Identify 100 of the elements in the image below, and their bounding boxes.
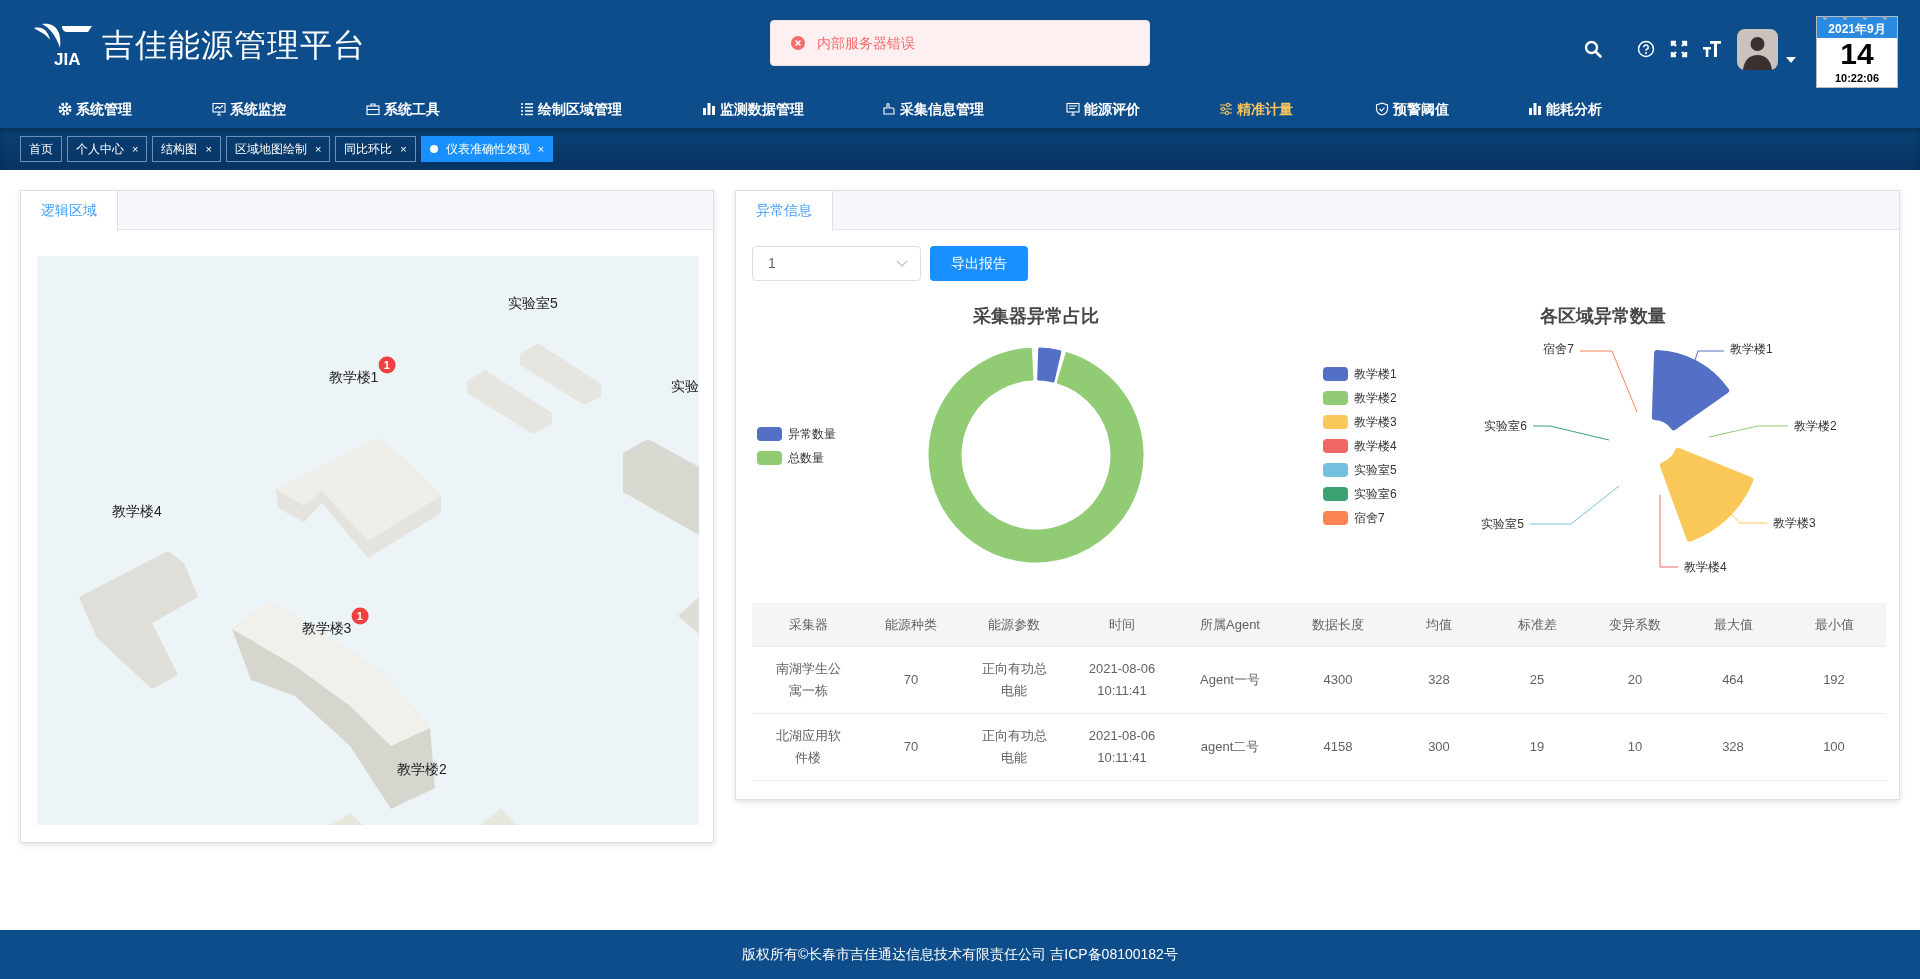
binder-ring-icon (1883, 16, 1887, 20)
map-label: 教学楼3 (301, 618, 352, 638)
nav-item[interactable]: 系统工具 (366, 98, 520, 120)
list-icon (520, 102, 534, 116)
table-cell-text: 70 (903, 737, 919, 756)
page-tab[interactable]: 同比环比 × (335, 136, 416, 162)
error-icon (791, 36, 805, 50)
column-header: 标准差 (1488, 603, 1586, 646)
monitor-icon (212, 102, 226, 116)
slice-label: 宿舍7 (1543, 342, 1574, 356)
legend-label[interactable]: 教学楼3 (1354, 413, 1397, 431)
table-cell-text: 正向有功总电能 (980, 726, 1048, 767)
nav-item[interactable]: 采集信息管理 (882, 98, 1066, 120)
table-cell-text: Agent一号 (1200, 670, 1260, 689)
table-cell-text: 4158 (1323, 737, 1353, 756)
chart-title: 采集器异常占比 (972, 305, 1100, 328)
legend-label[interactable]: 教学楼4 (1354, 437, 1397, 455)
close-button[interactable]: × (205, 140, 212, 158)
shield-icon (1375, 102, 1389, 116)
toolbox-icon (366, 102, 380, 116)
leader-line (1579, 350, 1638, 413)
logo: JIA (32, 22, 94, 68)
bar-chart-icon (702, 102, 716, 116)
column-header: 最小值 (1782, 603, 1886, 646)
nav-item[interactable]: 系统管理 (58, 98, 212, 120)
table-cell-text: agent二号 (1200, 737, 1260, 756)
binder-ring-icon (1863, 16, 1867, 20)
legend-label[interactable]: 实验室5 (1354, 461, 1397, 479)
slice-label: 教学楼2 (1794, 419, 1837, 433)
close-button[interactable]: × (132, 140, 139, 158)
page-tab[interactable]: 结构图 × (152, 136, 221, 162)
help-icon[interactable] (1637, 40, 1655, 58)
search-icon[interactable] (1584, 40, 1602, 58)
page-tab[interactable]: 区域地图绘制 × (225, 136, 331, 162)
avatar[interactable] (1737, 29, 1778, 70)
map-label: 教学楼2 (397, 759, 447, 779)
nav-item[interactable]: 预警阈值 (1375, 98, 1528, 120)
table-cell-text: 100 (1823, 737, 1845, 756)
table-cell-text: 328 (1722, 737, 1744, 756)
legend-label[interactable]: 宿舍7 (1354, 509, 1385, 527)
column-header: 时间 (1070, 603, 1174, 646)
slice-label: 教学楼4 (1684, 560, 1727, 574)
plug-icon (882, 102, 896, 116)
legend-label[interactable]: 异常数量 (788, 425, 836, 443)
fullscreen-icon[interactable] (1670, 40, 1688, 58)
select-field[interactable]: 1 (752, 246, 921, 281)
nav-item[interactable]: 绘制区域管理 (520, 98, 702, 120)
sliders-icon (1219, 102, 1233, 116)
active-dot-icon (429, 145, 438, 153)
legend-label[interactable]: 教学楼2 (1354, 389, 1397, 407)
table-cell-text: 20 (1627, 670, 1643, 689)
nav-item[interactable]: 系统监控 (212, 98, 366, 120)
map-label: 实验室5 (508, 293, 558, 313)
nav-item[interactable]: 能耗分析 (1528, 98, 1678, 120)
tab-label[interactable]: 结构图 (161, 140, 198, 158)
slice-label: 教学楼3 (1773, 516, 1816, 530)
close-button[interactable]: × (314, 140, 322, 158)
map-label: 教学楼4 (112, 501, 162, 521)
table-cell-text: 10 (1627, 737, 1643, 756)
column-header: 采集器 (752, 603, 864, 646)
nav-item[interactable]: 精准计量 (1219, 98, 1375, 120)
tab-label[interactable]: 首页 (29, 140, 53, 158)
table-cell-text: 4300 (1323, 670, 1353, 689)
table-cell-text: 正向有功总电能 (980, 659, 1048, 700)
tab-label[interactable]: 个人中心 (76, 140, 124, 158)
caret-icon[interactable] (1786, 57, 1796, 63)
map-label: 实验 (671, 376, 699, 396)
nav-item[interactable]: 监测数据管理 (702, 98, 882, 120)
table-cell-text: 70 (903, 670, 919, 689)
error-message: 内部服务器错误 (817, 33, 915, 53)
bar-chart-icon (1528, 102, 1542, 116)
nav-item[interactable]: 能源评价 (1066, 98, 1219, 120)
page-tab[interactable]: 首页 (20, 136, 62, 162)
text-size-icon[interactable] (1702, 40, 1722, 58)
tab-label[interactable]: 区域地图绘制 (234, 140, 307, 158)
table-cell-text: 25 (1529, 670, 1545, 689)
binder-ring-icon (1823, 16, 1827, 20)
column-header: 最大值 (1684, 603, 1782, 646)
map-label: 教学楼1 (328, 367, 379, 387)
gear-icon (58, 102, 72, 116)
column-header: 变异系数 (1586, 603, 1684, 646)
close-button[interactable]: × (400, 140, 407, 158)
legend-label[interactable]: 教学楼1 (1354, 365, 1397, 383)
table-cell-text: 2021-08-06 10:11:41 (1087, 726, 1157, 767)
app-title: 吉佳能源管理平台 (102, 26, 366, 65)
calendar-day: 14 (1817, 38, 1897, 70)
table-cell-text: 2021-08-06 10:11:41 (1087, 659, 1157, 700)
chevron-icon (896, 259, 908, 268)
slice-label: 教学楼1 (1730, 342, 1773, 356)
legend-label[interactable]: 总数量 (788, 449, 824, 467)
legend-label[interactable]: 实验室6 (1354, 485, 1397, 503)
table-cell-text: 南湖学生公寓一栋 (774, 659, 842, 700)
column-header: 均值 (1390, 603, 1488, 646)
leader-line (1729, 512, 1768, 524)
slice-label: 实验室5 (1481, 517, 1524, 531)
table-cell-text: 北湖应用软件楼 (774, 726, 842, 767)
tab-label[interactable]: 同比环比 (344, 140, 393, 158)
table-cell-text: 19 (1529, 737, 1545, 756)
page-tab[interactable]: 个人中心 × (67, 136, 148, 162)
column-header: 所属Agent (1174, 603, 1286, 646)
